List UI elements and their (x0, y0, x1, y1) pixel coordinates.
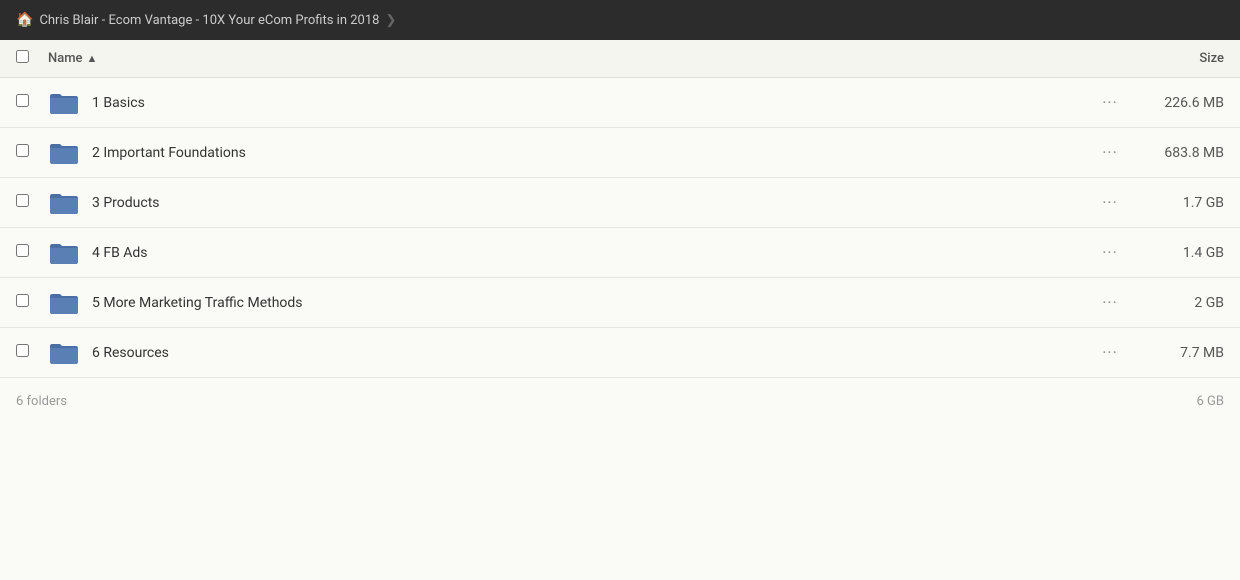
content-area: Name ▲ Size 1 Basics ··· 226.6 MB (0, 40, 1240, 580)
file-size: 226.6 MB (1144, 95, 1224, 111)
file-list: 1 Basics ··· 226.6 MB 2 Important Founda… (0, 78, 1240, 378)
file-size: 2 GB (1144, 295, 1224, 311)
table-row[interactable]: 5 More Marketing Traffic Methods ··· 2 G… (0, 278, 1240, 328)
folder-icon (48, 290, 80, 316)
row-checkbox[interactable] (16, 144, 40, 161)
table-row[interactable]: 6 Resources ··· 7.7 MB (0, 328, 1240, 378)
file-name: 4 FB Ads (92, 245, 1092, 261)
table-row[interactable]: 1 Basics ··· 226.6 MB (0, 78, 1240, 128)
footer: 6 folders 6 GB (0, 378, 1240, 425)
file-size: 7.7 MB (1144, 345, 1224, 361)
row-checkbox[interactable] (16, 294, 40, 311)
file-size: 1.4 GB (1144, 245, 1224, 261)
home-icon[interactable]: 🏠 (16, 12, 33, 28)
file-name: 6 Resources (92, 345, 1092, 361)
folder-icon (48, 340, 80, 366)
file-name: 5 More Marketing Traffic Methods (92, 295, 1092, 311)
breadcrumb-title: Chris Blair - Ecom Vantage - 10X Your eC… (39, 13, 379, 28)
more-options-button[interactable]: ··· (1092, 289, 1128, 317)
file-size: 1.7 GB (1144, 195, 1224, 211)
table-row[interactable]: 3 Products ··· 1.7 GB (0, 178, 1240, 228)
folder-icon (48, 190, 80, 216)
file-name: 1 Basics (92, 95, 1092, 111)
more-options-button[interactable]: ··· (1092, 239, 1128, 267)
top-bar: 🏠 Chris Blair - Ecom Vantage - 10X Your … (0, 0, 1240, 40)
folder-icon (48, 240, 80, 266)
more-options-button[interactable]: ··· (1092, 89, 1128, 117)
table-header: Name ▲ Size (0, 40, 1240, 78)
more-options-button[interactable]: ··· (1092, 189, 1128, 217)
file-size: 683.8 MB (1144, 145, 1224, 161)
sort-arrow-icon: ▲ (87, 52, 98, 65)
row-checkbox[interactable] (16, 194, 40, 211)
size-column-header: Size (1124, 51, 1224, 66)
row-checkbox[interactable] (16, 344, 40, 361)
more-options-button[interactable]: ··· (1092, 139, 1128, 167)
file-name: 2 Important Foundations (92, 145, 1092, 161)
row-checkbox[interactable] (16, 244, 40, 261)
select-all-checkbox[interactable] (16, 50, 40, 67)
name-column-header[interactable]: Name ▲ (48, 51, 1124, 66)
table-row[interactable]: 4 FB Ads ··· 1.4 GB (0, 228, 1240, 278)
more-options-button[interactable]: ··· (1092, 339, 1128, 367)
total-size: 6 GB (1197, 394, 1225, 409)
row-checkbox[interactable] (16, 94, 40, 111)
folder-icon (48, 90, 80, 116)
folder-icon (48, 140, 80, 166)
folder-summary: 6 folders (16, 394, 67, 409)
breadcrumb-arrow: ❯ (385, 13, 396, 28)
table-row[interactable]: 2 Important Foundations ··· 683.8 MB (0, 128, 1240, 178)
file-name: 3 Products (92, 195, 1092, 211)
